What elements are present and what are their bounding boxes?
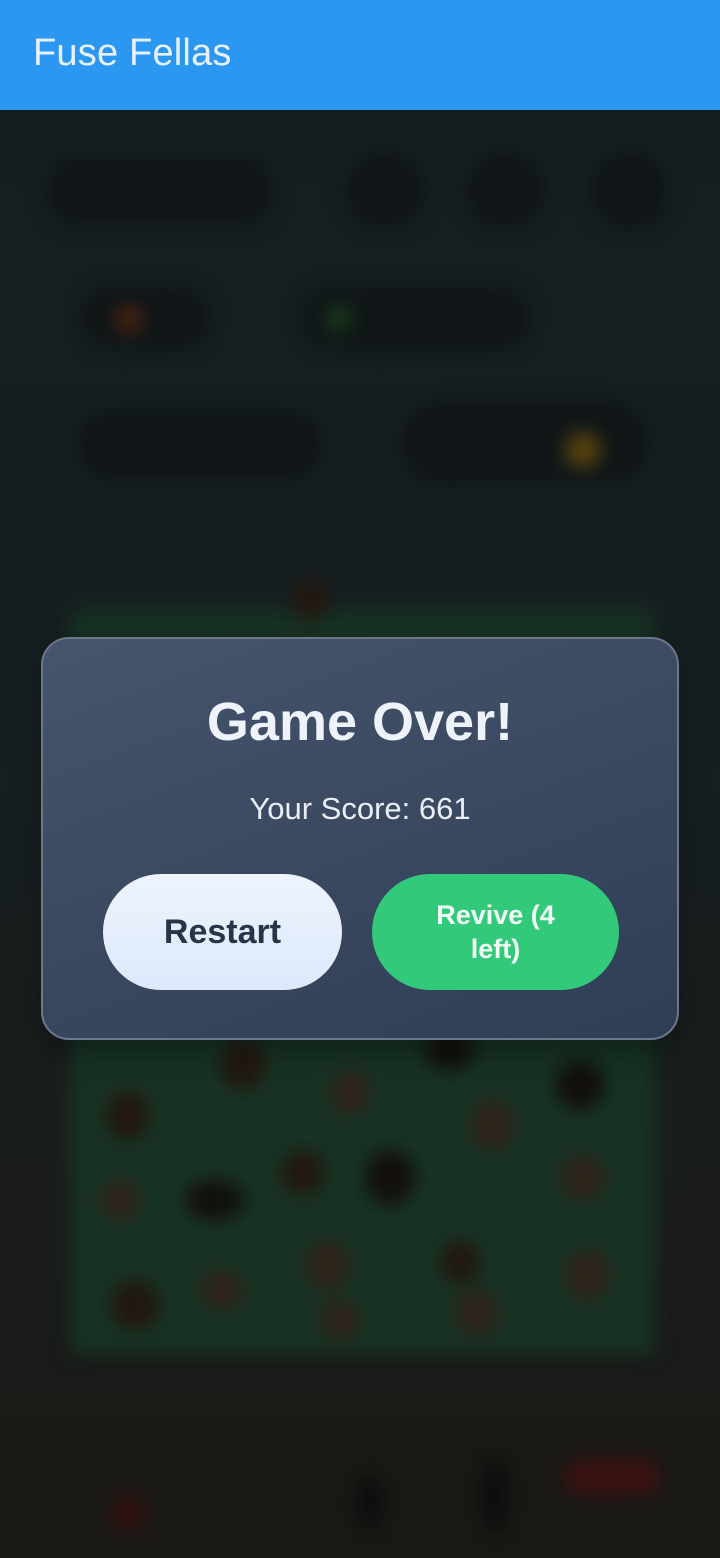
dialog-title: Game Over! bbox=[206, 692, 514, 752]
game-over-dialog: Game Over! Your Score: 661 Restart Reviv… bbox=[41, 637, 679, 1040]
app-title: Fuse Fellas bbox=[33, 31, 232, 74]
app-bar: Fuse Fellas bbox=[0, 0, 720, 110]
restart-button[interactable]: Restart bbox=[103, 874, 342, 990]
revive-button[interactable]: Revive (4 left) bbox=[372, 874, 619, 990]
score-text: Your Score: 661 bbox=[249, 791, 471, 826]
